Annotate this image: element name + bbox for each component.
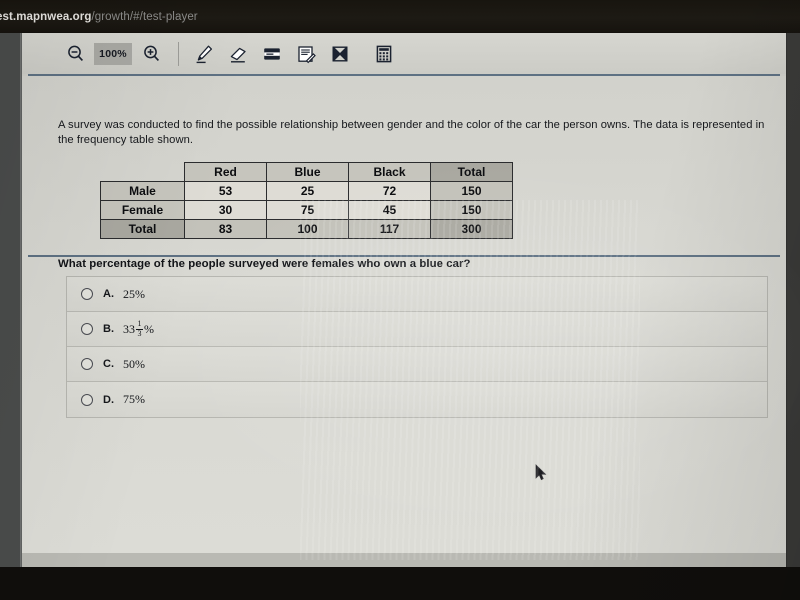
cell-male-red: 53	[184, 181, 267, 201]
test-player-panel: 100% A survey was conducted to find the …	[22, 33, 786, 567]
row-header-total: Total	[100, 219, 185, 239]
calculator-button[interactable]	[367, 39, 401, 69]
url-host: est.mapnwea.org	[0, 11, 92, 23]
choice-text-b: 33 1 3 %	[123, 320, 154, 338]
question-stem: A survey was conducted to find the possi…	[58, 119, 765, 146]
answer-choice-d[interactable]: D. 75%	[67, 382, 767, 417]
frequency-table: Red Blue Black Total Male 53 25 72 150 F…	[100, 162, 513, 239]
fraction-numerator: 1	[137, 319, 142, 328]
cell-male-black: 72	[348, 181, 431, 201]
row-header-female: Female	[100, 200, 185, 220]
choice-text-a: 25%	[123, 286, 145, 301]
table-row: Female 30 75 45 150	[100, 200, 513, 220]
radio-button-c[interactable]	[81, 358, 93, 370]
toolbar-divider	[178, 41, 179, 66]
mixed-number-b: 33 1 3 %	[123, 320, 154, 338]
answer-eliminator-icon	[332, 45, 348, 62]
radio-button-b[interactable]	[81, 323, 93, 335]
browser-chrome: est.mapnwea.org/growth/#/test-player	[0, 0, 800, 33]
table-row: Male 53 25 72 150	[100, 181, 513, 201]
highlighter-icon	[196, 45, 213, 63]
fraction-denominator: 3	[137, 329, 142, 338]
zoom-in-button[interactable]	[134, 39, 168, 69]
cell-total-red: 83	[184, 219, 267, 239]
cell-female-total: 150	[430, 200, 513, 220]
eraser-icon	[230, 47, 246, 62]
table-row: Total 83 100 117 300	[100, 219, 513, 239]
notepad-button[interactable]	[289, 39, 323, 69]
choice-text-d: 75%	[123, 392, 145, 406]
cell-female-red: 30	[184, 200, 267, 220]
choice-text-c: 50%	[123, 356, 145, 371]
column-header-black: Black	[348, 162, 431, 182]
left-gutter	[0, 33, 20, 567]
choice-letter-b: B.	[103, 323, 114, 335]
line-reader-button[interactable]	[255, 39, 289, 69]
answer-choice-c[interactable]: C. 50%	[67, 347, 767, 382]
table-separator-rule	[28, 255, 780, 257]
radio-button-a[interactable]	[81, 288, 93, 300]
cell-total-blue: 100	[266, 219, 349, 239]
choice-letter-c: C.	[103, 358, 114, 370]
line-reader-icon	[264, 47, 280, 60]
zoom-in-icon	[143, 45, 159, 61]
cell-total-black: 117	[348, 219, 431, 239]
zoom-out-icon	[67, 45, 83, 61]
fraction-one-third: 1 3	[136, 320, 143, 338]
test-toolbar: 100%	[22, 33, 786, 74]
table-corner-cell	[101, 163, 185, 182]
highlighter-button[interactable]	[187, 39, 221, 69]
radio-button-d[interactable]	[81, 393, 93, 406]
table-header-row: Red Blue Black Total	[101, 162, 513, 182]
zoom-level-indicator[interactable]: 100%	[94, 42, 132, 65]
panel-bottom-band	[22, 553, 786, 567]
frequency-table-wrapper: Red Blue Black Total Male 53 25 72 150 F…	[100, 162, 513, 239]
answer-choice-a[interactable]: A. 25%	[67, 277, 767, 312]
url-bar[interactable]: est.mapnwea.org/growth/#/test-player	[0, 11, 198, 23]
notepad-icon	[298, 45, 316, 63]
answer-eliminator-button[interactable]	[323, 39, 357, 69]
row-header-male: Male	[100, 181, 185, 201]
answer-choice-b[interactable]: B. 33 1 3 %	[67, 312, 767, 347]
screen-photograph: est.mapnwea.org/growth/#/test-player 100…	[0, 0, 800, 600]
cell-male-total: 150	[430, 181, 513, 201]
question-content-area: A survey was conducted to find the possi…	[22, 76, 786, 567]
cell-male-blue: 25	[266, 181, 349, 201]
cell-female-black: 45	[348, 200, 431, 220]
url-path: /growth/#/test-player	[91, 11, 198, 23]
cell-female-blue: 75	[266, 200, 349, 220]
column-header-total: Total	[430, 162, 513, 182]
column-header-blue: Blue	[266, 162, 349, 182]
question-prompt: What percentage of the people surveyed w…	[58, 258, 471, 270]
answer-choice-list: A. 25% B. 33 1 3 % C. 50% D. 75%	[66, 276, 768, 418]
calculator-icon	[376, 45, 392, 62]
choice-letter-d: D.	[103, 393, 114, 406]
choice-letter-a: A.	[103, 288, 114, 300]
zoom-out-button[interactable]	[58, 39, 92, 69]
column-header-red: Red	[184, 162, 267, 182]
mixed-whole-b: 33	[123, 321, 135, 336]
cell-total-total: 300	[430, 219, 513, 239]
percent-sign-b: %	[144, 321, 154, 336]
eraser-button[interactable]	[221, 39, 255, 69]
